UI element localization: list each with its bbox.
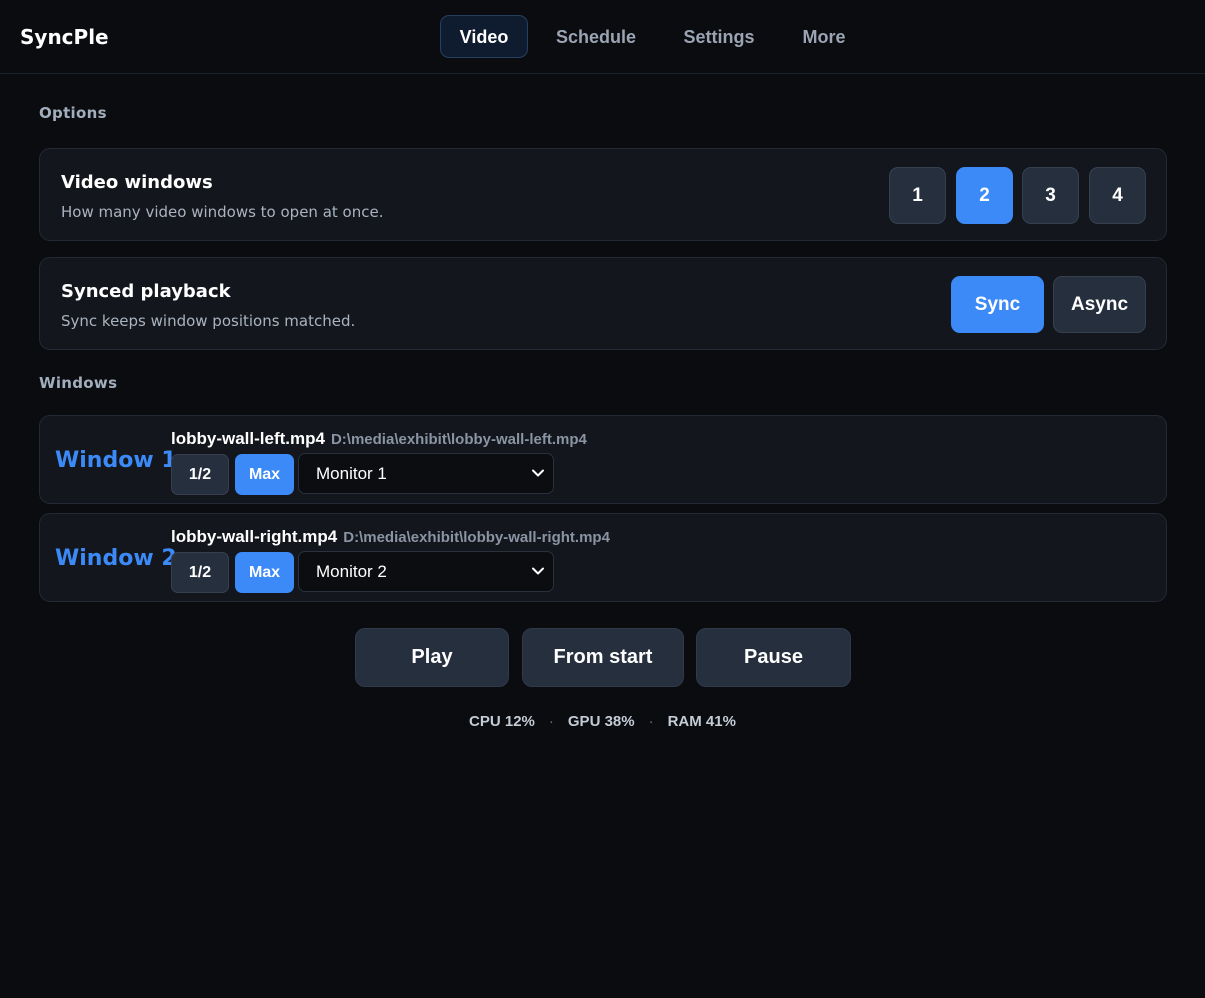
stats-separator: · bbox=[648, 713, 654, 730]
size-half-button[interactable]: 1/2 bbox=[171, 552, 229, 593]
window-card-1: Window 1 lobby-wall-left.mp4 D:\media\exh… bbox=[39, 415, 1167, 504]
monitor-select[interactable]: Monitor 2 bbox=[298, 551, 554, 592]
monitor-select-value: Monitor 2 bbox=[316, 562, 387, 581]
windows-section-label: Windows bbox=[39, 374, 118, 392]
options-section-label: Options bbox=[39, 104, 107, 122]
video-windows-title: Video windows bbox=[61, 172, 213, 193]
window-label: Window 1 bbox=[55, 448, 177, 473]
synced-playback-title: Synced playback bbox=[61, 281, 231, 302]
size-half-button[interactable]: 1/2 bbox=[171, 454, 229, 495]
stats-separator: · bbox=[548, 713, 554, 730]
window-file-name: lobby-wall-right.mp4 D:\media\exhibit\lob… bbox=[171, 527, 610, 547]
window-file-name: lobby-wall-left.mp4 D:\media\exhibit\lobb… bbox=[171, 429, 587, 449]
monitor-select-value: Monitor 1 bbox=[316, 464, 387, 483]
sync-button[interactable]: Sync bbox=[951, 276, 1044, 333]
file-path-text: D:\media\exhibit\lobby-wall-left.mp4 bbox=[330, 431, 587, 448]
video-windows-card: Video windows How many video windows to … bbox=[39, 148, 1167, 241]
tab-video[interactable]: Video bbox=[440, 15, 528, 58]
video-windows-description: How many video windows to open at once. bbox=[61, 203, 384, 221]
tab-schedule[interactable]: Schedule bbox=[540, 15, 652, 58]
chevron-down-icon bbox=[532, 567, 544, 575]
window-count-2-button[interactable]: 2 bbox=[956, 167, 1013, 224]
top-bar: SyncPle Video Schedule Settings More bbox=[0, 0, 1205, 74]
window-count-1-button[interactable]: 1 bbox=[889, 167, 946, 224]
file-name-text: lobby-wall-right.mp4 bbox=[171, 527, 338, 546]
window-label: Window 2 bbox=[55, 546, 177, 571]
async-button[interactable]: Async bbox=[1053, 276, 1146, 333]
cpu-usage: CPU 12% bbox=[469, 713, 535, 730]
synced-playback-card: Synced playback Sync keeps window positi… bbox=[39, 257, 1167, 350]
gpu-usage: GPU 38% bbox=[567, 713, 635, 730]
monitor-select[interactable]: Monitor 1 bbox=[298, 453, 554, 494]
pause-button[interactable]: Pause bbox=[696, 628, 851, 687]
file-name-text: lobby-wall-left.mp4 bbox=[171, 429, 325, 448]
ram-usage: RAM 41% bbox=[667, 713, 736, 730]
resource-stats: CPU 12% · GPU 38% · RAM 41% bbox=[0, 713, 1205, 730]
size-max-button[interactable]: Max bbox=[235, 552, 294, 593]
file-path-text: D:\media\exhibit\lobby-wall-right.mp4 bbox=[343, 529, 610, 546]
chevron-down-icon bbox=[532, 469, 544, 477]
play-button[interactable]: Play bbox=[355, 628, 509, 687]
app-title: SyncPle bbox=[20, 25, 109, 49]
tab-more[interactable]: More bbox=[786, 15, 862, 58]
size-max-button[interactable]: Max bbox=[235, 454, 294, 495]
synced-playback-description: Sync keeps window positions matched. bbox=[61, 312, 356, 330]
from-start-button[interactable]: From start bbox=[522, 628, 684, 687]
window-count-3-button[interactable]: 3 bbox=[1022, 167, 1079, 224]
window-count-4-button[interactable]: 4 bbox=[1089, 167, 1146, 224]
window-card-2: Window 2 lobby-wall-right.mp4 D:\media\ex… bbox=[39, 513, 1167, 602]
tab-settings[interactable]: Settings bbox=[666, 15, 772, 58]
